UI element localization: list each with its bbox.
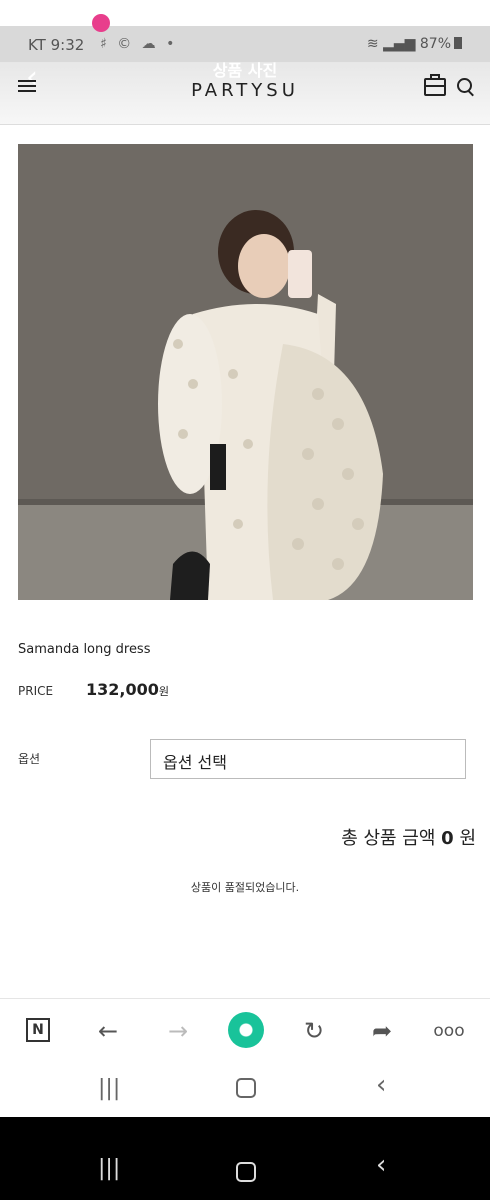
- nav-back-icon[interactable]: ‹: [376, 1070, 386, 1100]
- site-logo[interactable]: PARTYSU: [0, 80, 490, 101]
- battery-icon: [454, 37, 462, 49]
- price-label: PRICE: [18, 684, 54, 698]
- soldout-message: 상품이 품절되었습니다.: [190, 881, 300, 894]
- share-icon[interactable]: ➦: [364, 1013, 400, 1049]
- recents-icon[interactable]: |||: [98, 1076, 120, 1101]
- product-photo[interactable]: [18, 144, 473, 600]
- total-price: 총 상품 금액 0 원: [341, 828, 476, 849]
- home-icon-outer[interactable]: [236, 1162, 256, 1182]
- option-select[interactable]: 옵션 선택: [150, 739, 466, 779]
- browser-forward-icon[interactable]: →: [160, 1013, 196, 1049]
- more-icon[interactable]: ooo: [426, 1013, 472, 1049]
- recents-icon-outer[interactable]: |||: [98, 1156, 120, 1181]
- total-value: 0: [441, 828, 454, 849]
- product-name: Samanda long dress: [18, 642, 151, 657]
- refresh-icon[interactable]: ↻: [296, 1013, 332, 1049]
- nav-back-icon-outer[interactable]: ‹: [376, 1150, 386, 1180]
- site-header: ‹ 상품 사진 PARTYSU: [0, 60, 490, 125]
- browser-back-icon[interactable]: ←: [90, 1013, 126, 1049]
- green-home-icon[interactable]: [228, 1012, 264, 1048]
- option-label: 옵션: [18, 752, 41, 766]
- status-icons: ♯ © ☁ •: [100, 36, 178, 52]
- product-photo-illustration: [18, 144, 473, 600]
- wifi-icon: ≋: [366, 36, 379, 52]
- system-nav-bar: ||| ‹: [0, 1062, 490, 1117]
- cart-icon[interactable]: [424, 74, 446, 96]
- screen: KT 9:32 ♯ © ☁ • ≋ ▂▄▆ 87% ‹ 상품 사진 PARTYS…: [0, 0, 490, 1117]
- product-price: 132,000원: [86, 680, 169, 699]
- search-icon[interactable]: [457, 78, 472, 93]
- outer-nav-bar: ||| ‹: [0, 1140, 490, 1200]
- home-icon[interactable]: [236, 1078, 256, 1098]
- price-currency: 원: [158, 685, 169, 698]
- browser-toolbar: N ← → ↻ ➦ ooo: [0, 998, 490, 1063]
- notification-badge-icon: [92, 14, 110, 32]
- status-carrier-time: KT 9:32: [28, 36, 85, 54]
- overlay-title: 상품 사진: [212, 61, 278, 80]
- naver-n-icon[interactable]: N: [26, 1018, 50, 1042]
- signal-icon: ▂▄▆: [383, 36, 416, 52]
- battery-indicator: ≋ ▂▄▆ 87%: [367, 36, 462, 52]
